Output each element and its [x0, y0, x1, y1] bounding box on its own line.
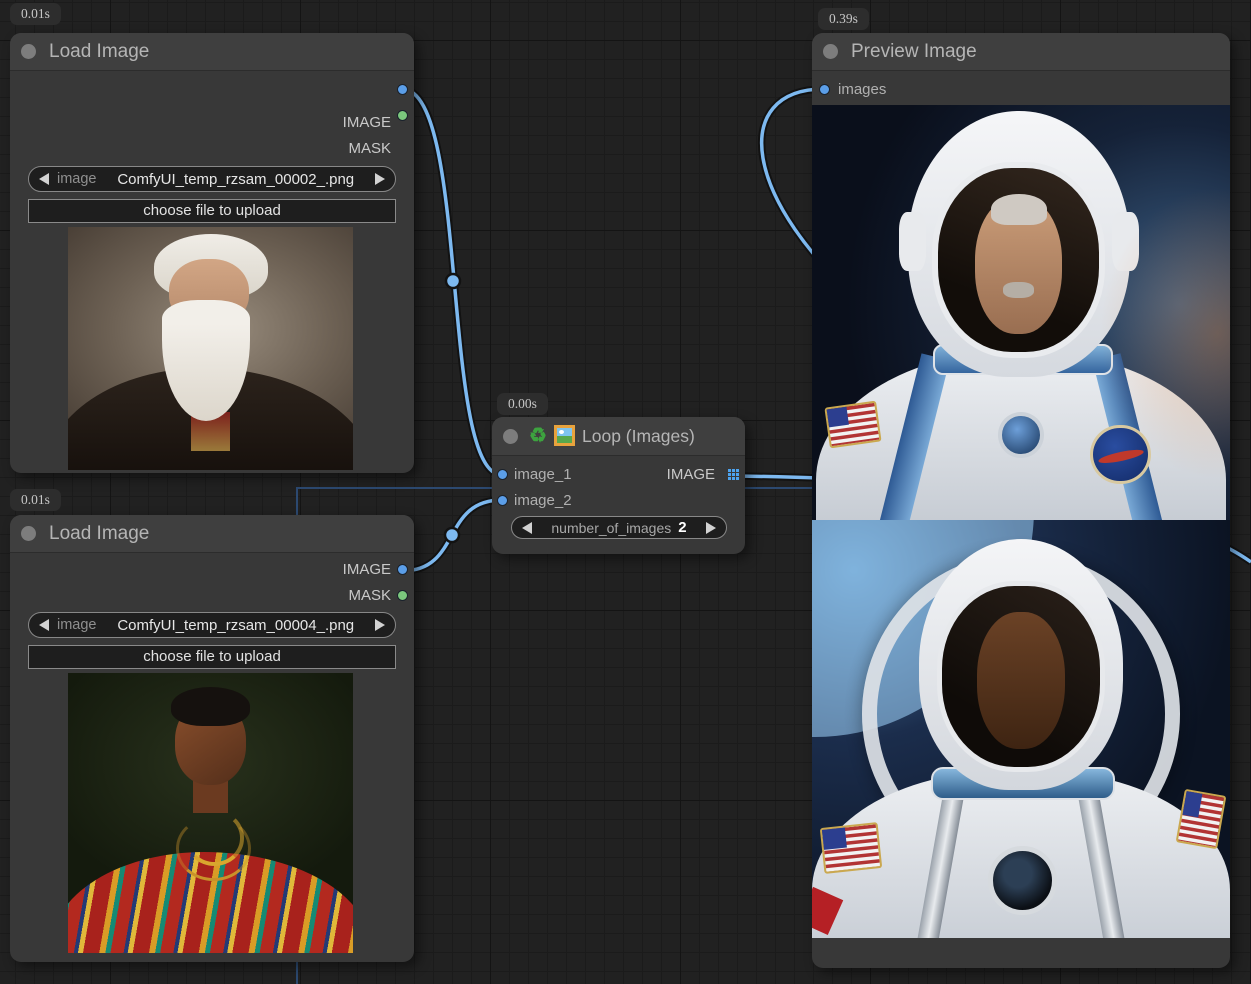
node-header[interactable]: Preview Image — [812, 33, 1230, 71]
image-combo-widget[interactable]: image ComfyUI_temp_rzsam_00004_.png — [28, 612, 396, 638]
choose-file-button[interactable]: choose file to upload — [28, 645, 396, 669]
face-shape — [977, 612, 1065, 749]
recycle-icon: ♻ — [529, 417, 547, 455]
combo-value: 2 — [678, 519, 686, 536]
node-graph-canvas[interactable]: 0.01s Load Image IMAGE MASK image ComfyU… — [0, 0, 1251, 984]
execution-time-badge: 0.01s — [10, 489, 61, 511]
output-slot-mask-icon[interactable] — [397, 110, 408, 121]
combo-name: image — [57, 171, 97, 187]
chest-camera-shape — [988, 846, 1057, 915]
input-slot-images-icon[interactable] — [819, 84, 830, 95]
output-label-image: IMAGE — [343, 114, 391, 131]
node-title: Load Image — [49, 515, 149, 552]
output-label-image: IMAGE — [343, 561, 391, 578]
input-slot-image1-icon[interactable] — [497, 469, 508, 480]
combo-right-arrow-icon[interactable] — [375, 619, 385, 631]
node-status-icon — [503, 429, 518, 444]
node-title: Loop (Images) — [582, 417, 695, 455]
node-status-icon — [823, 44, 838, 59]
node-header[interactable]: Load Image — [10, 515, 414, 553]
choose-file-button[interactable]: choose file to upload — [28, 199, 396, 223]
output-slot-image-icon[interactable] — [397, 84, 408, 95]
node-title: Load Image — [49, 33, 149, 70]
node-loop-images[interactable]: 0.00s ♻ Loop (Images) image_1 image_2 IM… — [492, 417, 745, 554]
output-slot-mask-icon[interactable] — [397, 590, 408, 601]
input-label-image2: image_2 — [514, 492, 572, 509]
output-slot-image-icon[interactable] — [397, 564, 408, 575]
visor-shape — [937, 581, 1105, 772]
node-status-icon — [21, 44, 36, 59]
combo-left-arrow-icon[interactable] — [522, 522, 532, 534]
node-status-icon — [21, 526, 36, 541]
combo-left-arrow-icon[interactable] — [39, 173, 49, 185]
node-preview-image[interactable]: 0.39s Preview Image images — [812, 33, 1230, 968]
picture-frame-icon — [554, 425, 575, 446]
combo-value: ComfyUI_temp_rzsam_00004_.png — [97, 617, 376, 634]
combo-right-arrow-icon[interactable] — [375, 173, 385, 185]
number-of-images-widget[interactable]: number_of_images 2 — [511, 516, 727, 539]
link-midpoint-dot[interactable] — [446, 274, 460, 288]
suit-hose-shape — [914, 786, 965, 938]
us-flag-patch — [820, 822, 883, 874]
node-header[interactable]: Load Image — [10, 33, 414, 71]
execution-time-badge: 0.00s — [497, 393, 548, 415]
combo-name: number_of_images — [551, 520, 671, 536]
combo-name: image — [57, 617, 97, 633]
us-flag-patch — [1176, 788, 1226, 849]
node-title: Preview Image — [851, 33, 977, 70]
input-label-image1: image_1 — [514, 466, 572, 483]
output-label-image: IMAGE — [667, 466, 715, 483]
input-label-images: images — [838, 81, 886, 98]
combo-left-arrow-icon[interactable] — [39, 619, 49, 631]
warm-light-overlay — [812, 105, 1230, 520]
image-combo-widget[interactable]: image ComfyUI_temp_rzsam_00002_.png — [28, 166, 396, 192]
input-slot-image2-icon[interactable] — [497, 495, 508, 506]
flag-canton — [1182, 791, 1202, 817]
hair-shape — [171, 687, 251, 726]
combo-value: ComfyUI_temp_rzsam_00002_.png — [97, 171, 376, 188]
grid-output-slot-icon[interactable] — [728, 469, 731, 472]
loaded-image-preview — [68, 673, 353, 953]
node-load-image-2[interactable]: 0.01s Load Image IMAGE MASK image ComfyU… — [10, 515, 414, 962]
loaded-image-preview — [68, 227, 353, 470]
link-midpoint-dot[interactable] — [445, 528, 459, 542]
execution-time-badge: 0.39s — [818, 8, 869, 30]
preview-image-2 — [812, 520, 1230, 938]
combo-right-arrow-icon[interactable] — [706, 522, 716, 534]
node-load-image-1[interactable]: 0.01s Load Image IMAGE MASK image ComfyU… — [10, 33, 414, 473]
necklace-shape — [185, 810, 244, 866]
output-label-mask: MASK — [348, 587, 391, 604]
execution-time-badge: 0.01s — [10, 3, 61, 25]
output-label-mask: MASK — [348, 140, 391, 157]
helmet-shape — [919, 539, 1124, 790]
flag-canton — [822, 828, 847, 850]
node-header[interactable]: ♻ Loop (Images) — [492, 417, 745, 456]
preview-image-1 — [812, 105, 1230, 520]
suit-hose-shape — [1077, 786, 1128, 938]
